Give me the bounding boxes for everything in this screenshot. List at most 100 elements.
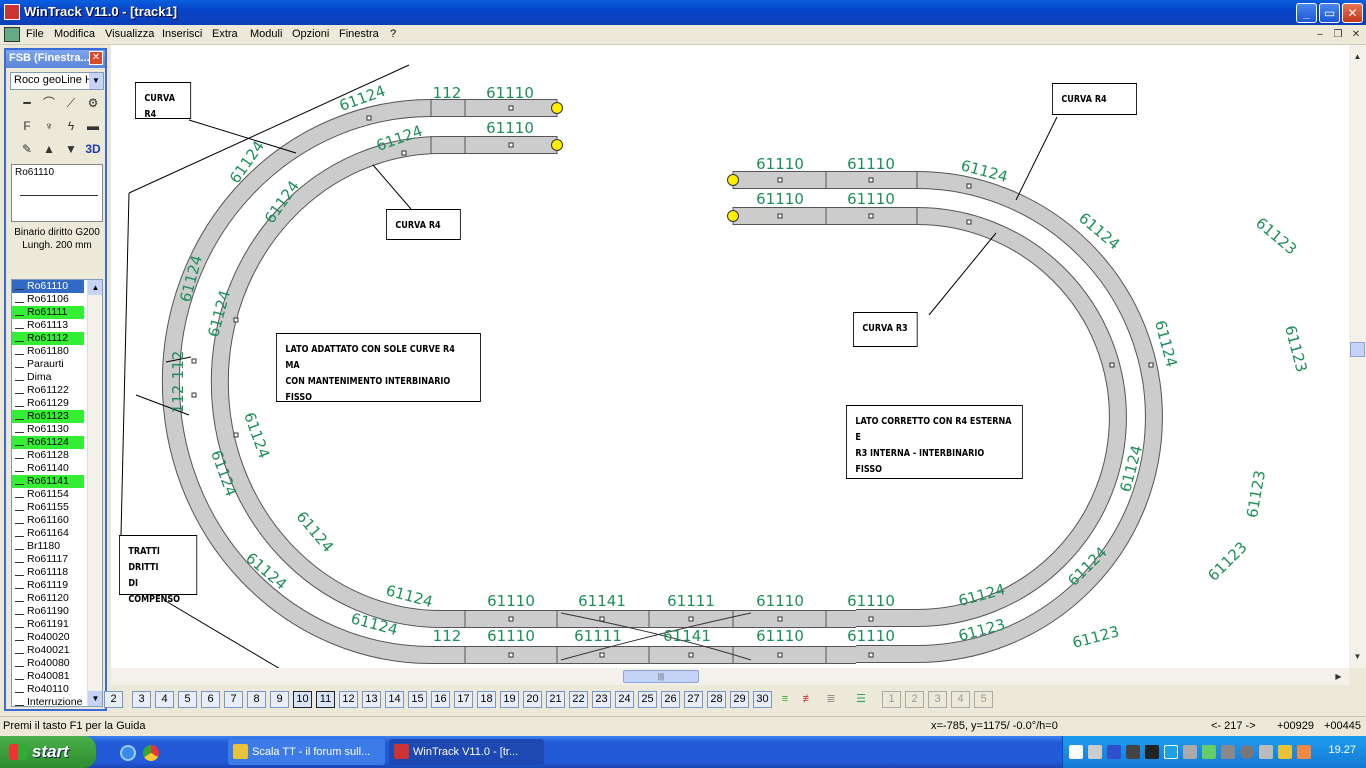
annotation-curva-r3-right[interactable]: CURVA R3 xyxy=(853,312,918,347)
lower-icon[interactable]: ▼ xyxy=(62,140,80,158)
layer-button-26[interactable]: 26 xyxy=(661,691,680,708)
part-list-item[interactable]: Ro61141 xyxy=(12,475,84,488)
scroll-up-icon[interactable]: ▲ xyxy=(1350,49,1365,64)
tray-folder-icon[interactable] xyxy=(1069,745,1083,759)
view-button-1[interactable]: 1 xyxy=(882,691,901,708)
buffer-icon[interactable]: ▬ xyxy=(84,117,102,135)
layer-hide-icon[interactable]: ≣ xyxy=(821,691,841,708)
menu-finestra[interactable]: Finestra xyxy=(339,28,379,40)
layer-button-22[interactable]: 22 xyxy=(569,691,588,708)
vertical-scrollbar[interactable]: ▲ ▼ xyxy=(1349,45,1366,668)
layer-button-15[interactable]: 15 xyxy=(408,691,427,708)
menu-inserisci[interactable]: Inserisci xyxy=(162,28,202,40)
layer-button-24[interactable]: 24 xyxy=(615,691,634,708)
tray-volume-icon[interactable] xyxy=(1240,745,1254,759)
tray-power-icon[interactable] xyxy=(1259,745,1273,759)
fsb-header[interactable]: FSB (Finestra... ✕ xyxy=(6,50,105,68)
tray-shield-icon[interactable] xyxy=(1278,745,1292,759)
minimize-button[interactable]: _ xyxy=(1296,3,1317,23)
layer-button-20[interactable]: 20 xyxy=(523,691,542,708)
layer-button-4[interactable]: 4 xyxy=(155,691,174,708)
layer-button-17[interactable]: 17 xyxy=(454,691,473,708)
layer-button-12[interactable]: 12 xyxy=(339,691,358,708)
title-bar[interactable]: WinTrack V11.0 - [track1] _ ▭ ✕ xyxy=(0,0,1366,25)
layer-button-8[interactable]: 8 xyxy=(247,691,266,708)
semaphore-icon[interactable]: ♆ xyxy=(40,117,58,135)
part-list[interactable]: Ro61110 Ro61106 Ro61111 Ro61113 Ro61112 Ro611… xyxy=(11,279,103,707)
annotation-left-side-note[interactable]: LATO ADATTATO CON SOLE CURVE R4 MA CON M… xyxy=(276,333,481,403)
menu-opzioni[interactable]: Opzioni xyxy=(292,28,329,40)
layer-button-2[interactable]: 2 xyxy=(104,691,123,708)
layer-button-18[interactable]: 18 xyxy=(477,691,496,708)
tray-wireless-icon[interactable] xyxy=(1202,745,1216,759)
mdi-minimize-button[interactable]: – xyxy=(1312,28,1328,42)
tray-security-icon[interactable] xyxy=(1297,745,1311,759)
annotation-curva-r4-right[interactable]: CURVA R4 xyxy=(1052,83,1137,115)
layer-button-16[interactable]: 16 xyxy=(431,691,450,708)
layer-button-9[interactable]: 9 xyxy=(270,691,289,708)
close-button[interactable]: ✕ xyxy=(1342,3,1363,23)
part-list-item[interactable]: Ro61123 xyxy=(12,410,84,423)
app-icon[interactable] xyxy=(4,4,20,20)
start-button[interactable]: start xyxy=(0,736,96,768)
layer-button-19[interactable]: 19 xyxy=(500,691,519,708)
tray-bluetooth-icon[interactable] xyxy=(1107,745,1121,759)
horizontal-scroll-thumb[interactable]: ||| xyxy=(623,670,699,683)
layer-button-13[interactable]: 13 xyxy=(362,691,381,708)
turntable-icon[interactable]: ⚙ xyxy=(84,94,102,112)
fsb-close-button[interactable]: ✕ xyxy=(89,51,103,65)
electrification-icon[interactable]: ϟ xyxy=(62,117,80,135)
view-button-3[interactable]: 3 xyxy=(928,691,947,708)
turnout-icon[interactable]: ⟋ xyxy=(62,94,80,112)
view-button-5[interactable]: 5 xyxy=(974,691,993,708)
tray-connection-icon[interactable] xyxy=(1183,745,1197,759)
annotation-curva-r4-top-left[interactable]: CURVA R4 xyxy=(135,82,192,120)
signal-icon[interactable]: F xyxy=(18,117,36,135)
tray-network-icon[interactable] xyxy=(1088,745,1102,759)
layer-button-11[interactable]: 11 xyxy=(316,691,335,708)
part-list-scrollbar[interactable]: ▲ ▼ xyxy=(87,280,102,706)
vertical-scroll-thumb[interactable] xyxy=(1350,342,1365,357)
layer-button-25[interactable]: 25 xyxy=(638,691,657,708)
chevron-down-icon[interactable]: ▼ xyxy=(89,73,103,89)
library-select[interactable]: Roco geoLine H ▼ xyxy=(10,72,104,90)
layer-button-23[interactable]: 23 xyxy=(592,691,611,708)
part-list-item[interactable]: Ro61111 xyxy=(12,306,84,319)
layer-button-21[interactable]: 21 xyxy=(546,691,565,708)
annotation-compensation-note[interactable]: TRATTI DRITTI DI COMPENSO xyxy=(119,535,198,605)
annotation-right-side-note[interactable]: LATO CORRETTO CON R4 ESTERNA E R3 INTERN… xyxy=(846,405,1023,479)
menu-moduli[interactable]: Moduli xyxy=(250,28,282,40)
layer-button-7[interactable]: 7 xyxy=(224,691,243,708)
drawing-canvas[interactable]: 112 61110 61110 61110 61110 61110 61110 61110 61… xyxy=(111,45,1366,668)
scroll-down-icon[interactable]: ▼ xyxy=(1350,649,1365,664)
tray-display-icon[interactable] xyxy=(1126,745,1140,759)
menu-extra[interactable]: Extra xyxy=(212,28,238,40)
layer-button-3[interactable]: 3 xyxy=(132,691,151,708)
layer-button-27[interactable]: 27 xyxy=(684,691,703,708)
horizontal-scrollbar[interactable]: ||| ▶ xyxy=(111,668,1349,685)
layer-edit-icon[interactable]: ≢ xyxy=(798,691,818,708)
layer-manager-icon[interactable]: ☰ xyxy=(851,691,871,708)
tray-safely-remove-icon[interactable] xyxy=(1221,745,1235,759)
part-list-item[interactable]: Ro61110 xyxy=(12,280,84,293)
view-button-4[interactable]: 4 xyxy=(951,691,970,708)
curve-track-icon[interactable]: ⌒ xyxy=(40,94,58,112)
tray-update-icon[interactable] xyxy=(1164,745,1178,759)
document-icon[interactable] xyxy=(4,27,20,42)
scroll-up-icon[interactable]: ▲ xyxy=(88,280,102,295)
annotation-curva-r4-inner-left[interactable]: CURVA R4 xyxy=(386,209,461,240)
layer-button-14[interactable]: 14 xyxy=(385,691,404,708)
layer-button-29[interactable]: 29 xyxy=(730,691,749,708)
layer-button-30[interactable]: 30 xyxy=(753,691,772,708)
layer-button-10[interactable]: 10 xyxy=(293,691,312,708)
part-list-item[interactable]: Ro61124 xyxy=(12,436,84,449)
accessory-icon[interactable]: ✎ xyxy=(18,140,36,158)
tray-monitor-icon[interactable] xyxy=(1145,745,1159,759)
layer-button-6[interactable]: 6 xyxy=(201,691,220,708)
menu-help[interactable]: ? xyxy=(390,28,396,40)
menu-file[interactable]: File xyxy=(26,28,44,40)
task-chrome[interactable]: Scala TT - il forum sull... xyxy=(228,739,385,765)
menu-modifica[interactable]: Modifica xyxy=(54,28,95,40)
part-list-item[interactable]: Ro61112 xyxy=(12,332,84,345)
raise-icon[interactable]: ▲ xyxy=(40,140,58,158)
